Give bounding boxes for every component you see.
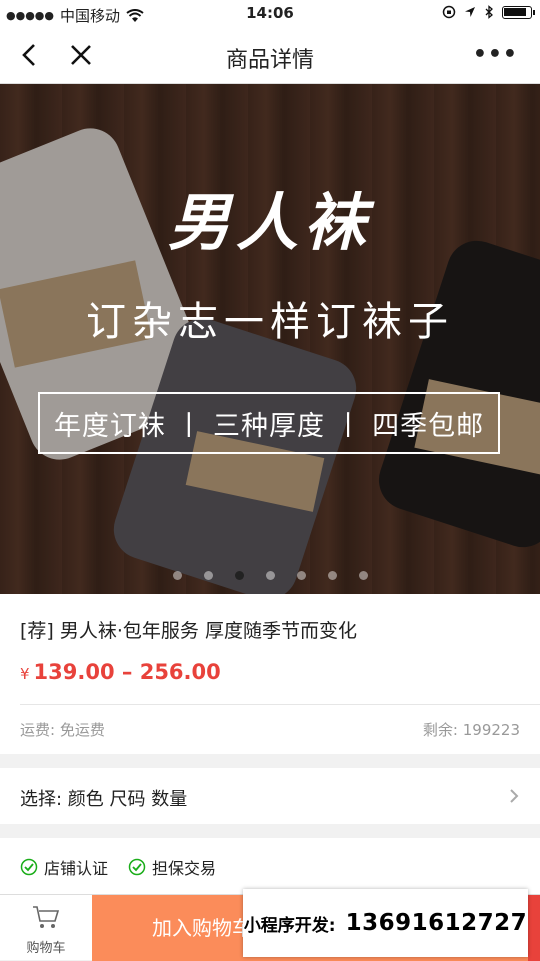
rotation-lock-icon [442, 5, 456, 19]
spec-selector[interactable]: 选择: 颜色 尺码 数量 [0, 768, 540, 824]
product-price: ¥139.00 – 256.00 [20, 660, 221, 684]
nav-bar: 商品详情 ••• [0, 28, 540, 84]
guarantee-store-verified: 店铺认证 [20, 855, 108, 879]
battery-icon [502, 5, 535, 19]
carousel-indicators [0, 571, 540, 580]
location-icon [465, 7, 475, 17]
carousel-dot[interactable] [234, 571, 244, 580]
status-bar: ●●●●● 中国移动 14:06 [0, 0, 540, 28]
banner-tags: 年度订袜 丨 三种厚度 丨 四季包邮 [38, 392, 500, 454]
product-image-carousel[interactable]: 男人袜 订杂志一样订袜子 年度订袜 丨 三种厚度 丨 四季包邮 [0, 84, 540, 594]
promo-phone: 13691612727 [345, 910, 528, 936]
cart-button[interactable]: 购物车 [0, 895, 92, 961]
product-title: [荐] 男人袜·包年服务 厚度随季节而变化 [20, 620, 357, 642]
price-range: 139.00 – 256.00 [33, 660, 221, 684]
check-circle-icon [20, 858, 38, 876]
guarantee-label: 担保交易 [152, 859, 217, 878]
cart-label: 购物车 [26, 941, 66, 956]
currency-symbol: ¥ [20, 665, 30, 683]
check-circle-icon [128, 858, 146, 876]
page-title: 商品详情 [225, 48, 314, 73]
promo-label: 小程序开发: [243, 915, 336, 936]
more-menu-button[interactable]: ••• [473, 42, 518, 67]
promo-overlay: 小程序开发: 13691612727 [243, 889, 528, 957]
stock-remaining: 剩余: 199223 [422, 721, 520, 739]
product-info: [荐] 男人袜·包年服务 厚度随季节而变化 ¥139.00 – 256.00 运… [0, 594, 540, 754]
carousel-dot[interactable] [172, 571, 182, 580]
buy-now-button[interactable] [528, 895, 540, 961]
carousel-dot[interactable] [327, 571, 337, 580]
bluetooth-icon [485, 5, 493, 19]
guarantee-label: 店铺认证 [44, 859, 109, 878]
carousel-dot[interactable] [296, 571, 306, 580]
shipping-fee: 运费: 免运费 [20, 721, 105, 739]
guarantee-bar: 店铺认证 担保交易 [0, 838, 540, 894]
carousel-dot[interactable] [265, 571, 275, 580]
guarantee-secured-trade: 担保交易 [128, 855, 216, 879]
spec-selector-label: 选择: 颜色 尺码 数量 [20, 789, 188, 810]
banner-brand-text: 男人袜 [167, 186, 372, 259]
carousel-dot[interactable] [358, 571, 368, 580]
shopping-cart-icon [33, 906, 60, 928]
chevron-right-icon [510, 789, 519, 803]
banner-slogan: 订杂志一样订袜子 [86, 299, 454, 345]
carousel-dot[interactable] [203, 571, 213, 580]
